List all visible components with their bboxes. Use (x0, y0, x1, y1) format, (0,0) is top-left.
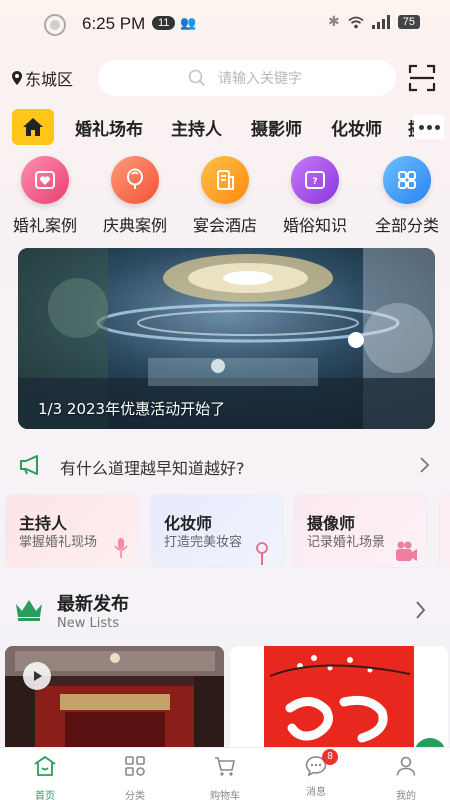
tab-host[interactable]: 主持人 (171, 115, 222, 140)
balloon-icon (111, 156, 159, 204)
category-label: 全部分类 (374, 216, 439, 235)
play-icon (34, 671, 42, 681)
search-placeholder: 请输入关键字 (218, 71, 302, 87)
category-label: 宴会酒店 (192, 216, 257, 235)
category-tab-bar: 婚礼场布 主持人 摄影师 化妆师 摄 (0, 103, 450, 151)
nav-label: 我的 (396, 791, 416, 800)
nav-label: 分类 (125, 791, 145, 800)
bride-poster (230, 646, 448, 756)
nav-category[interactable]: 分类 (105, 754, 165, 800)
banner-caption: 1/3 2023年优惠活动开始了 (38, 400, 226, 418)
service-card-makeup[interactable]: 化妆师 打造完美妆容 (150, 494, 284, 568)
battery-icon: 75 (397, 15, 420, 29)
signal-icon (371, 15, 390, 29)
home-icon (34, 755, 56, 776)
latest-section-header[interactable]: 最新发布 New Lists (0, 588, 450, 634)
svg-text:?: ? (312, 177, 317, 187)
crown-icon (16, 600, 42, 621)
category-celebration-cases[interactable]: 庆典案例 (95, 156, 175, 236)
makeup-brush-icon (256, 542, 268, 565)
location-label: 东城区 (25, 70, 74, 89)
nav-cart[interactable]: 购物车 (195, 754, 255, 800)
bluetooth-icon: ✱ (328, 14, 340, 30)
bottom-navigation: 首页 分类 购物车 8 消息 我的 (0, 747, 450, 800)
tab-wedding-venue[interactable]: 婚礼场布 (75, 115, 143, 140)
nav-label: 购物车 (210, 791, 240, 800)
category-banquet-hotel[interactable]: 宴会酒店 (185, 156, 265, 236)
heart-frame-icon (21, 156, 69, 204)
message-count-badge: 8 (322, 749, 338, 765)
camera-record-icon (44, 14, 66, 36)
top-header: 东城区 请输入关键字 (0, 58, 450, 98)
play-button[interactable] (23, 662, 51, 690)
category-label: 婚俗知识 (282, 216, 347, 235)
microphone-icon (114, 538, 128, 558)
quick-category-grid: 婚礼案例 庆典案例 宴会酒店 ? 婚俗知识 全部分类 (0, 156, 450, 236)
card-subtitle: 记录婚礼场景 (307, 535, 386, 550)
more-tabs-button[interactable] (414, 115, 444, 139)
section-subtitle: New Lists (57, 616, 119, 631)
nav-label: 首页 (35, 791, 55, 800)
tab-makeup[interactable]: 化妆师 (331, 115, 382, 140)
notice-bar[interactable]: 有什么道理越早知道越好? (0, 448, 450, 482)
grid-icon (383, 156, 431, 204)
nav-messages[interactable]: 8 消息 (286, 749, 346, 798)
latest-item-thumbnail[interactable] (230, 646, 448, 756)
category-icon (125, 756, 145, 776)
category-all[interactable]: 全部分类 (367, 156, 447, 236)
service-card-host[interactable]: 主持人 掌握婚礼现场 (5, 494, 139, 568)
location-selector[interactable]: 东城区 (12, 66, 73, 90)
category-label: 庆典案例 (102, 216, 167, 235)
status-indicators: ✱ 75 (328, 14, 420, 30)
status-bar: 6:25 PM 11 👥 ✱ 75 (0, 0, 450, 50)
service-card-videographer[interactable]: 摄像师 记录婚礼场景 (293, 494, 427, 568)
location-pin-icon (12, 71, 22, 85)
category-wedding-customs[interactable]: ? 婚俗知识 (275, 156, 355, 236)
nav-home[interactable]: 首页 (15, 754, 75, 800)
nav-profile[interactable]: 我的 (376, 754, 436, 800)
notification-count-badge: 11 (152, 16, 176, 30)
home-tab[interactable] (12, 109, 54, 145)
home-icon (23, 118, 43, 136)
search-input[interactable]: 请输入关键字 (98, 60, 396, 96)
megaphone-icon (20, 455, 38, 475)
profile-icon (396, 756, 416, 776)
promo-banner[interactable]: 1/3 2023年优惠活动开始了 (18, 248, 435, 429)
chevron-right-icon (420, 457, 430, 473)
cart-icon (215, 757, 235, 776)
scan-icon[interactable] (408, 64, 436, 92)
camera-icon (396, 541, 417, 561)
service-card-next-partial[interactable] (439, 494, 450, 568)
notice-text: 有什么道理越早知道越好? (60, 459, 245, 478)
search-icon (188, 69, 206, 87)
card-subtitle: 掌握婚礼现场 (19, 535, 98, 550)
card-subtitle: 打造完美妆容 (164, 535, 243, 550)
building-icon (201, 156, 249, 204)
latest-item-thumbnail[interactable] (5, 646, 224, 756)
category-wedding-cases[interactable]: 婚礼案例 (5, 156, 85, 236)
status-time: 6:25 PM (82, 14, 146, 33)
section-title: 最新发布 (57, 594, 129, 615)
tab-photographer[interactable]: 摄影师 (251, 115, 302, 140)
wifi-icon (348, 16, 364, 28)
book-icon: ? (291, 156, 339, 204)
category-label: 婚礼案例 (12, 216, 77, 235)
contacts-icon: 👥 (180, 16, 197, 31)
message-icon-wrap: 8 (304, 749, 338, 778)
chevron-right-icon (416, 601, 426, 619)
nav-label: 消息 (306, 787, 326, 798)
